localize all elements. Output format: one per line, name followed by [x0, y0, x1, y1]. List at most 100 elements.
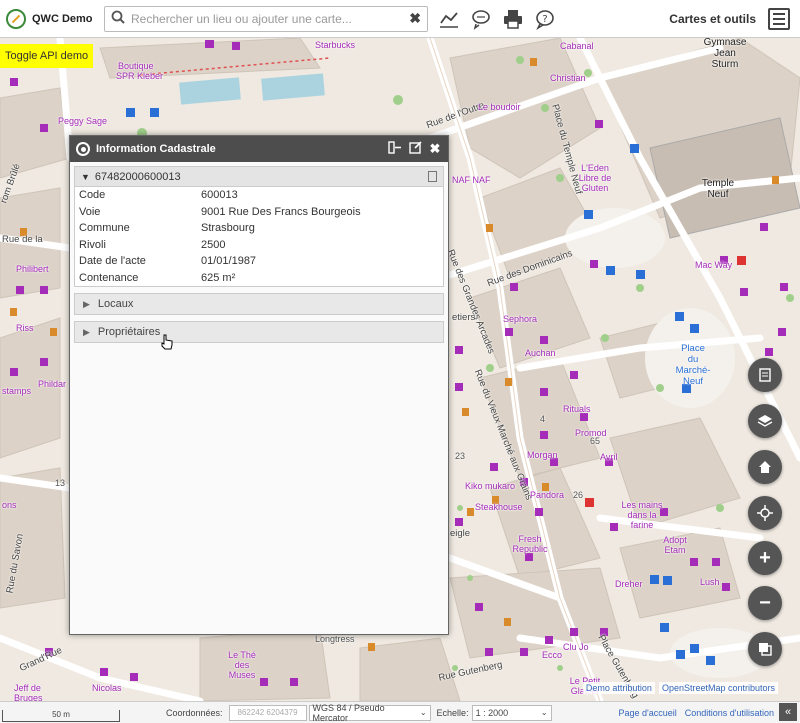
map-label-number-65: 65	[590, 436, 601, 446]
table-row: Date de l'acte 01/01/1987	[75, 253, 443, 270]
map-label-steakhouse: Steakhouse	[475, 502, 523, 512]
parcel-result: ▼ 67482000600013 Code 600013 Voie 9001 Rue…	[74, 166, 444, 287]
map-label-fresh-republic: Fresh Republic	[512, 534, 548, 554]
background-icon	[759, 643, 772, 656]
crs-value: WGS 84 / Pseudo Mercator	[312, 702, 385, 723]
identify-button[interactable]: ?	[534, 8, 556, 30]
svg-text:?: ?	[542, 14, 547, 25]
toggle-api-demo-button[interactable]: Toggle API demo	[0, 44, 94, 68]
table-row: Code 600013	[75, 187, 443, 204]
attr-value: 625 m²	[201, 271, 236, 284]
map-label-le-boudoir: Le boudoir	[478, 102, 521, 112]
crosshair-icon	[757, 505, 773, 521]
attr-key: Code	[79, 189, 106, 202]
locate-button[interactable]	[748, 496, 782, 530]
app-logo[interactable]: QWC Demo	[0, 8, 100, 29]
search-box[interactable]: ✖	[104, 5, 428, 32]
map-label-rituals: Rituals	[563, 404, 591, 414]
print-button[interactable]	[502, 8, 524, 30]
map-label-sephora: Sephora	[503, 314, 538, 324]
table-row: Voie 9001 Rue Des Francs Bourgeois	[75, 204, 443, 221]
background-switcher-button[interactable]	[748, 632, 782, 666]
coordinates-value: 862242 6204379	[228, 704, 307, 721]
home-page-link[interactable]: Page d'accueil	[618, 708, 676, 718]
map-label-mac-way: Mac Way	[695, 260, 733, 270]
layers-icon	[757, 415, 773, 427]
search-input[interactable]	[131, 11, 410, 26]
identify-icon: ?	[536, 9, 554, 30]
map-label-clu-jo: Clu Jo	[563, 642, 589, 652]
tools-menu-label[interactable]: Cartes et outils	[669, 12, 756, 26]
crs-select[interactable]: WGS 84 / Pseudo Mercator ⌄	[308, 702, 431, 723]
attr-key: Commune	[79, 222, 130, 235]
map-label-stamps: stamps	[2, 386, 32, 396]
search-icon	[111, 10, 125, 27]
table-row: Contenance 625 m²	[75, 270, 443, 287]
map-label-etiers: etiers	[452, 312, 476, 323]
section-locaux[interactable]: ▶ Locaux	[74, 293, 444, 315]
scale-select[interactable]: 1 : 2000 ⌄	[471, 704, 552, 721]
map-label-pandora: Pandora	[530, 490, 565, 500]
zoom-in-icon[interactable]: +	[748, 541, 782, 575]
map-label-phildar: Phildar	[38, 379, 67, 389]
map-label-eden: L'Eden Libre de Gluten	[578, 163, 612, 193]
map-label-naf-naf: NAF NAF	[452, 175, 491, 185]
redlining-button[interactable]	[470, 8, 492, 30]
dock-icon[interactable]	[388, 141, 402, 157]
osm-attribution-link[interactable]: OpenStreetMap contributors	[658, 682, 778, 694]
dialog-body: ▼ 67482000600013 Code 600013 Voie 9001 Rue…	[70, 162, 448, 634]
dialog-header[interactable]: Information Cadastrale ✖	[70, 136, 448, 162]
app-title: QWC Demo	[32, 12, 93, 25]
attr-value: 2500	[201, 238, 226, 251]
map-label-adopt-etam: Adopt Etam	[663, 535, 687, 555]
hamburger-menu-icon[interactable]	[768, 7, 790, 30]
coordinates-label: Coordonnées:	[166, 707, 223, 718]
map-label-spr-kleber: SPR Kleber	[116, 71, 164, 81]
section-label: Locaux	[97, 298, 134, 310]
print-icon	[504, 9, 522, 29]
measure-button[interactable]	[438, 8, 460, 30]
clear-icon[interactable]: ✖	[409, 10, 421, 27]
layers-button[interactable]	[748, 404, 782, 438]
map-label-nicolas: Nicolas	[92, 683, 122, 693]
bottom-bar: 50 m Coordonnées: 862242 6204379 WGS 84 …	[0, 701, 800, 723]
map-label-lush: Lush	[700, 577, 720, 587]
maximize-icon[interactable]	[408, 141, 422, 157]
parcel-header[interactable]: ▼ 67482000600013	[75, 167, 443, 187]
map-label-ecco: Ecco	[542, 650, 563, 660]
map-label-rue-de-la: Rue de la	[2, 234, 43, 245]
map-label-kiko: Kiko mukaro	[465, 481, 516, 491]
close-icon[interactable]: ✖	[428, 141, 442, 157]
map-label-temple-neuf: Temple Neuf	[701, 178, 735, 200]
home-button[interactable]	[748, 450, 782, 484]
top-bar: QWC Demo ✖ ? Cartes et outils	[0, 0, 800, 38]
attr-value: Strasbourg	[201, 222, 255, 235]
map-label-morgan: Morgan	[527, 450, 558, 460]
zoom-out-icon[interactable]: −	[748, 586, 782, 620]
collapsed-arrow-icon: ▶	[83, 298, 90, 309]
map-label-peggy-sage: Peggy Sage	[58, 116, 108, 126]
collapse-double-chevron-icon[interactable]: «	[779, 703, 797, 721]
document-icon[interactable]	[428, 171, 437, 182]
attribution: Demo attribution OpenStreetMap contribut…	[582, 682, 778, 694]
attr-value: 9001 Rue Des Francs Bourgeois	[201, 205, 361, 218]
section-proprietaires[interactable]: ▶ Propriétaires	[74, 321, 444, 343]
map-label-number-13: 13	[55, 478, 66, 488]
map-label-ons: ons	[2, 500, 17, 510]
section-label: Propriétaires	[97, 326, 161, 338]
terms-link[interactable]: Conditions d'utilisation	[685, 708, 774, 718]
map-label-riss: Riss	[16, 323, 34, 333]
map-label-number-26: 26	[573, 490, 584, 500]
chevron-down-icon: ⌄	[419, 708, 427, 717]
demo-attribution-link[interactable]: Demo attribution	[582, 682, 655, 694]
map-label-les-mains: Les mains dans la farine	[621, 500, 663, 530]
legend-button[interactable]	[748, 358, 782, 392]
legend-icon	[759, 368, 771, 382]
scale-label: Echelle:	[436, 707, 469, 718]
parcel-attributes-table: Code 600013 Voie 9001 Rue Des Francs Bourg…	[75, 187, 443, 286]
attr-key: Contenance	[79, 271, 139, 284]
hand-cursor-icon	[161, 334, 173, 350]
map-label-boutique: Boutique	[118, 61, 154, 71]
redlining-icon	[472, 9, 490, 30]
map-label-philibert: Philibert	[16, 264, 49, 274]
